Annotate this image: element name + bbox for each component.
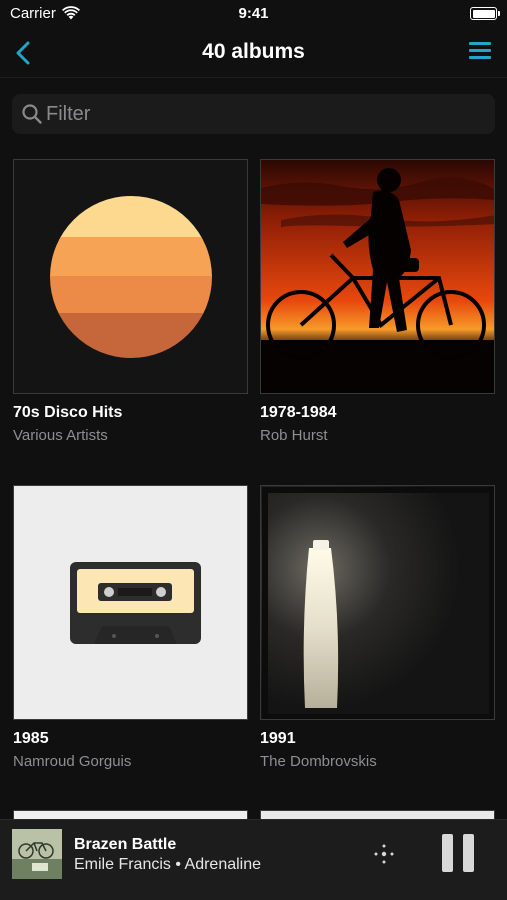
pause-button[interactable]	[440, 834, 476, 872]
album-title: 1985	[13, 730, 49, 747]
menu-button[interactable]	[469, 42, 491, 62]
album-cover	[13, 159, 248, 394]
album-cover	[260, 485, 495, 720]
nav-bar: 40 albums	[0, 28, 507, 78]
album-title: 1978-1984	[260, 404, 337, 421]
album-artist: Namroud Gorguis	[13, 753, 132, 770]
track-artist-album: Emile Francis • Adrenaline	[74, 856, 262, 873]
album-tile[interactable]: 1978-1984 Rob Hurst	[260, 159, 495, 444]
now-playing-bar[interactable]: Brazen Battle Emile Francis • Adrenaline	[0, 819, 507, 900]
album-tile[interactable]: 1991 The Dombrovskis	[260, 485, 495, 770]
filter-input[interactable]	[46, 94, 486, 134]
menu-icon	[469, 42, 491, 59]
album-tile[interactable]: 70s Disco Hits Various Artists	[13, 159, 248, 444]
album-tile[interactable]: 1985 Namroud Gorguis	[13, 485, 248, 770]
album-title: 70s Disco Hits	[13, 404, 123, 421]
filter-bar	[12, 94, 495, 134]
battery-icon	[470, 7, 500, 20]
audio-output-button[interactable]	[372, 842, 396, 866]
track-title: Brazen Battle	[74, 836, 177, 853]
now-playing-artwork	[12, 829, 62, 879]
album-artist: Rob Hurst	[260, 427, 328, 444]
page-title: 40 albums	[202, 40, 305, 63]
album-cover	[260, 159, 495, 394]
search-icon	[22, 104, 42, 124]
album-cover	[13, 485, 248, 720]
album-artist: The Dombrovskis	[260, 753, 377, 770]
status-bar: Carrier 9:41	[0, 0, 507, 28]
audio-output-icon	[374, 844, 394, 864]
status-time: 9:41	[238, 5, 269, 22]
album-title: 1991	[260, 730, 296, 747]
album-artist: Various Artists	[13, 427, 108, 444]
